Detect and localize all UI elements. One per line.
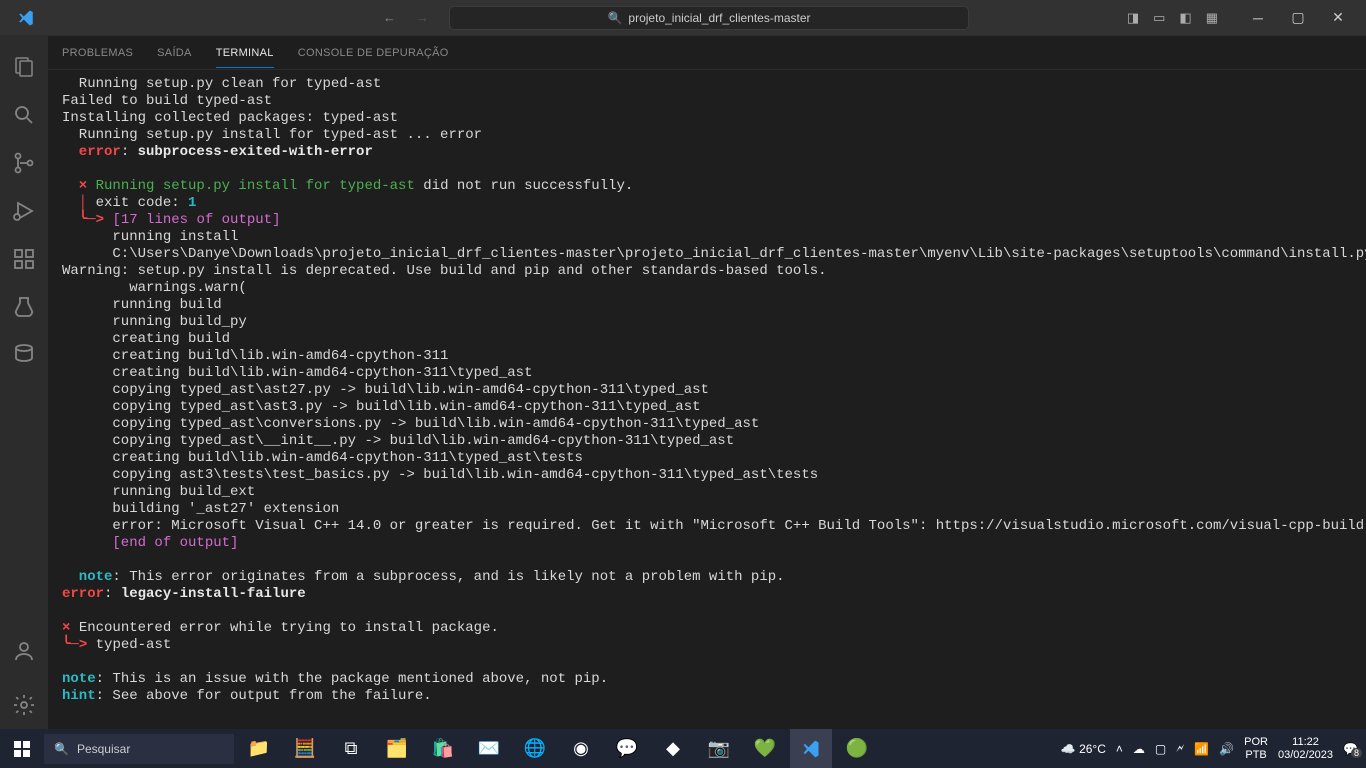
taskbar-app-taskview[interactable]: ⧉ — [330, 729, 372, 768]
toggle-panel-icon[interactable]: ▭ — [1153, 10, 1165, 26]
tray-wifi-icon[interactable]: 📶 — [1194, 742, 1209, 756]
start-button[interactable] — [0, 741, 44, 757]
taskbar-app-visualstudio[interactable]: ◆ — [652, 729, 694, 768]
sqltools-icon[interactable] — [0, 331, 48, 379]
run-debug-icon[interactable] — [0, 187, 48, 235]
maximize-button[interactable]: ▢ — [1278, 3, 1318, 33]
title-bar: ← → 🔍 projeto_inicial_drf_clientes-maste… — [0, 0, 1366, 35]
tab-problems[interactable]: PROBLEMAS — [62, 47, 133, 59]
search-icon: 🔍 — [54, 742, 69, 756]
search-sidebar-icon[interactable] — [0, 91, 48, 139]
taskbar-app-chrome[interactable]: ◉ — [560, 729, 602, 768]
layout-controls: ◨ ▭ ◧ ▦ — [1127, 10, 1218, 26]
taskbar-pinned-apps: 📁 🧮 ⧉ 🗂️ 🛍️ ✉️ 🌐 ◉ 💬 ◆ 📷 💚 🟢 — [238, 729, 878, 768]
taskbar-search-placeholder: Pesquisar — [77, 742, 130, 756]
terminal-output[interactable]: Running setup.py clean for typed-ast Fai… — [48, 70, 1366, 729]
accounts-icon[interactable] — [0, 627, 48, 675]
tray-volume-icon[interactable]: 🔊 — [1219, 742, 1234, 756]
testing-icon[interactable] — [0, 283, 48, 331]
activity-bar — [0, 35, 48, 729]
main-area: PROBLEMAS SAÍDA TERMINAL CONSOLE DE DEPU… — [0, 35, 1366, 729]
toggle-primary-sidebar-icon[interactable]: ◨ — [1127, 10, 1139, 26]
taskbar-app-instagram[interactable]: 📷 — [698, 729, 740, 768]
taskbar-app-edge[interactable]: 🌐 — [514, 729, 556, 768]
taskbar-app-discord[interactable]: 💬 — [606, 729, 648, 768]
bottom-panel: PROBLEMAS SAÍDA TERMINAL CONSOLE DE DEPU… — [48, 35, 1366, 729]
settings-gear-icon[interactable] — [0, 681, 48, 729]
tray-chevron-icon[interactable]: ˄ — [1116, 742, 1123, 756]
tab-terminal[interactable]: TERMINAL — [216, 47, 274, 68]
windows-taskbar: 🔍 Pesquisar 📁 🧮 ⧉ 🗂️ 🛍️ ✉️ 🌐 ◉ 💬 ◆ 📷 💚 🟢… — [0, 729, 1366, 768]
nav-back-icon[interactable]: ← — [383, 10, 396, 25]
taskbar-app-calculator[interactable]: 🧮 — [284, 729, 326, 768]
extensions-icon[interactable] — [0, 235, 48, 283]
taskbar-app-vscode[interactable] — [790, 729, 832, 768]
toggle-secondary-sidebar-icon[interactable]: ◧ — [1179, 10, 1191, 26]
explorer-icon[interactable] — [0, 43, 48, 91]
vscode-logo-icon — [8, 9, 43, 27]
tray-battery-icon[interactable]: 🗲 — [1176, 741, 1184, 756]
customize-layout-icon[interactable]: ▦ — [1206, 10, 1218, 26]
close-button[interactable]: ✕ — [1318, 3, 1358, 33]
window-controls: ─ ▢ ✕ — [1238, 3, 1358, 33]
weather-widget[interactable]: ☁️ 26°C — [1061, 742, 1106, 756]
tray-notifications-icon[interactable]: 💬8 — [1343, 742, 1358, 756]
search-icon: 🔍 — [607, 11, 622, 25]
taskbar-tray: ☁️ 26°C ˄ ☁ ▢ 🗲 📶 🔊 POR PTB 11:22 03/02/… — [1061, 736, 1358, 762]
taskbar-app-explorer[interactable]: 🗂️ — [376, 729, 418, 768]
tab-output[interactable]: SAÍDA — [157, 47, 192, 59]
tab-debug-console[interactable]: CONSOLE DE DEPURAÇÃO — [298, 47, 449, 59]
panel-tabs: PROBLEMAS SAÍDA TERMINAL CONSOLE DE DEPU… — [48, 36, 1366, 70]
tray-clock[interactable]: 11:22 03/02/2023 — [1278, 736, 1333, 762]
tray-language[interactable]: POR PTB — [1244, 736, 1268, 762]
taskbar-app-spotify[interactable]: 🟢 — [836, 729, 878, 768]
source-control-icon[interactable] — [0, 139, 48, 187]
tray-meet-icon[interactable]: ▢ — [1155, 742, 1166, 756]
taskbar-app-store[interactable]: 🛍️ — [422, 729, 464, 768]
tray-onedrive-icon[interactable]: ☁ — [1133, 742, 1145, 756]
taskbar-app-folder[interactable]: 📁 — [238, 729, 280, 768]
taskbar-search[interactable]: 🔍 Pesquisar — [44, 734, 234, 764]
minimize-button[interactable]: ─ — [1238, 3, 1278, 33]
taskbar-app-whatsapp[interactable]: 💚 — [744, 729, 786, 768]
nav-forward-icon[interactable]: → — [416, 10, 429, 25]
command-center-search[interactable]: 🔍 projeto_inicial_drf_clientes-master — [449, 6, 969, 30]
nav-arrows: ← → — [383, 10, 429, 25]
taskbar-app-mail[interactable]: ✉️ — [468, 729, 510, 768]
search-text: projeto_inicial_drf_clientes-master — [628, 11, 810, 25]
